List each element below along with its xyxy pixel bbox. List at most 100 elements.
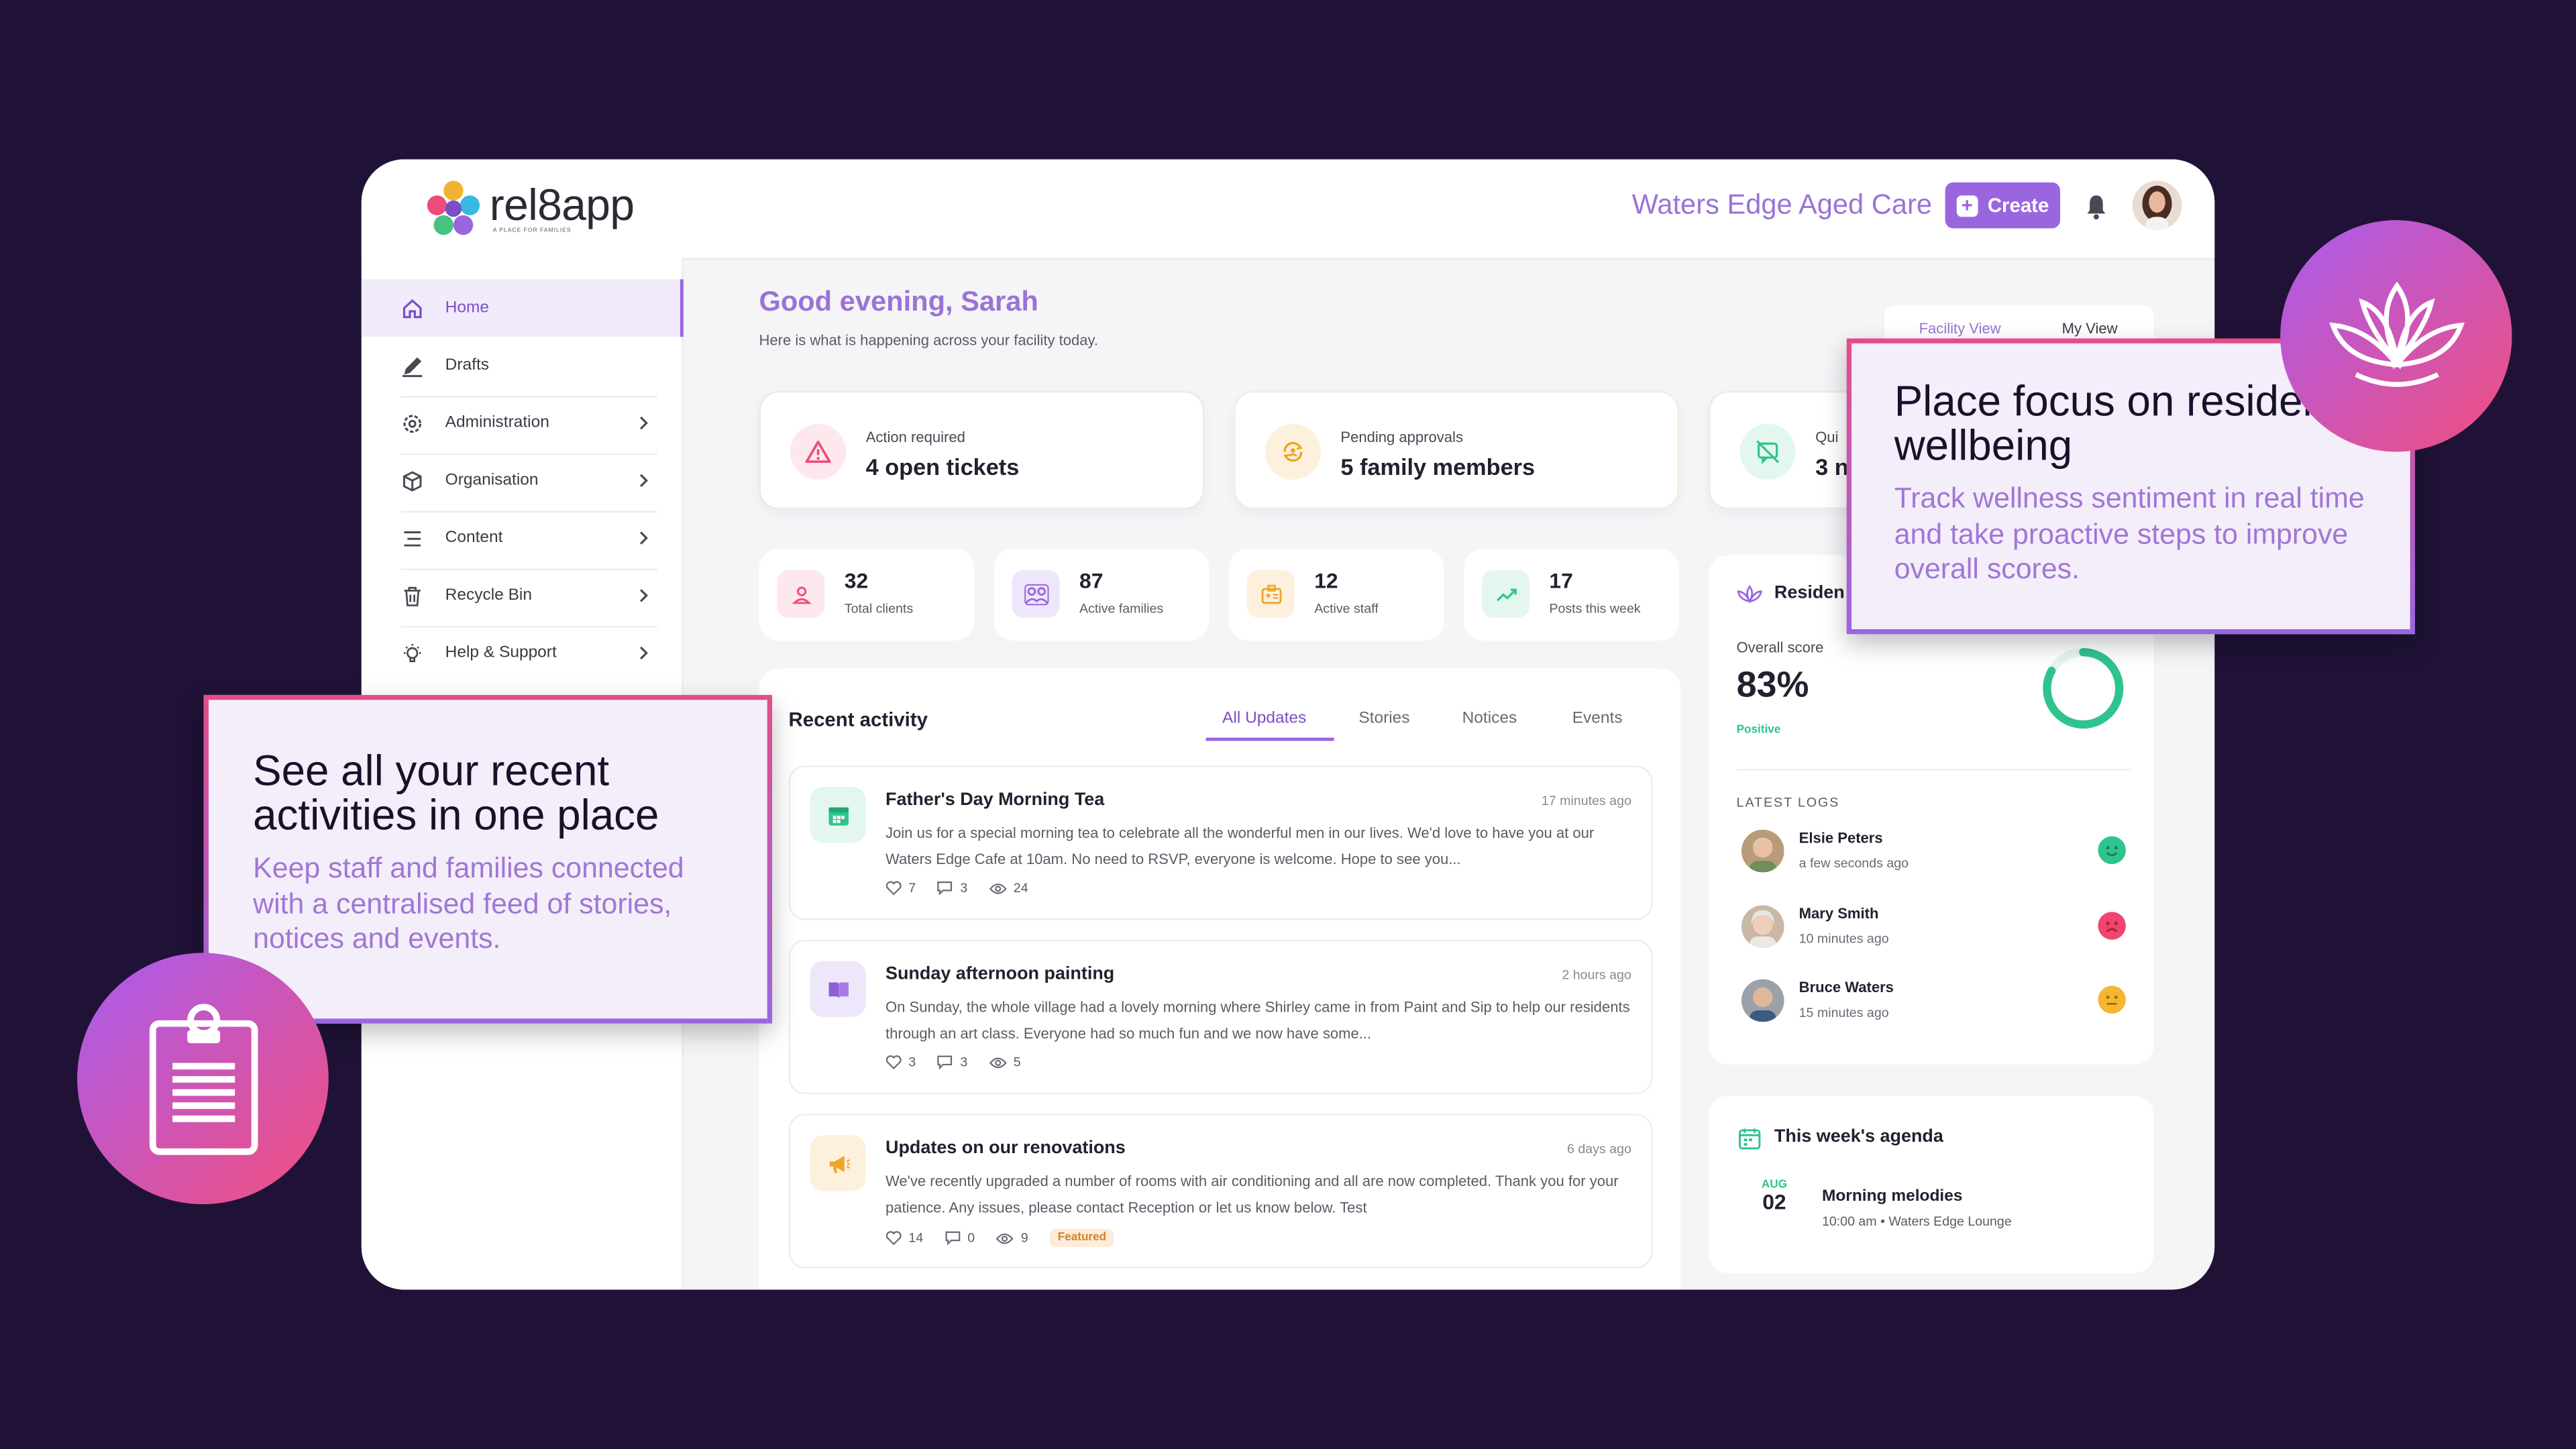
callout-subtitle: Track wellness sentiment in real time an… xyxy=(1894,481,2365,585)
featured-badge: Featured xyxy=(1049,1228,1115,1247)
sad-face-icon xyxy=(2098,912,2127,940)
sidebar-item-recycle-bin[interactable]: Recycle Bin xyxy=(362,567,684,625)
tab-stories[interactable]: Stories xyxy=(1358,710,1409,728)
comment-button[interactable]: 3 xyxy=(937,881,967,896)
sidebar-item-label: Recycle Bin xyxy=(445,586,533,605)
chevron-right-icon xyxy=(639,531,648,545)
bell-icon[interactable] xyxy=(2085,194,2108,220)
calendar-icon xyxy=(810,787,866,843)
like-button[interactable]: 14 xyxy=(885,1230,923,1245)
megaphone-icon xyxy=(810,1135,866,1191)
post-meta: 7 3 24 xyxy=(885,881,1028,896)
log-entry[interactable]: Mary Smith 10 minutes ago xyxy=(1741,900,2127,956)
comment-count: 3 xyxy=(960,1055,968,1070)
log-time: 10 minutes ago xyxy=(1799,931,1889,947)
page-subtitle: Here is what is happening across your fa… xyxy=(759,331,1099,349)
stat-card-staff[interactable]: 12 Active staff xyxy=(1228,548,1444,641)
my-view-tab[interactable]: My View xyxy=(2026,321,2154,337)
create-button[interactable]: + Create xyxy=(1945,182,2061,229)
event-date: AUG 02 xyxy=(1743,1179,1805,1235)
log-entry[interactable]: Elsie Peters a few seconds ago xyxy=(1741,824,2127,880)
alert-card-approvals[interactable]: Pending approvals 5 family members xyxy=(1234,390,1679,510)
chevron-right-icon xyxy=(639,474,648,488)
sidebar-item-content[interactable]: Content xyxy=(362,509,684,567)
top-bar: rel8app A PLACE FOR FAMILIES Waters Edge… xyxy=(361,159,2215,258)
clipboard-badge xyxy=(77,953,329,1205)
stat-card-clients[interactable]: 32 Total clients xyxy=(759,548,975,641)
divider xyxy=(1736,769,2131,771)
latest-logs-heading: LATEST LOGS xyxy=(1736,795,1840,810)
heart-icon xyxy=(885,1055,902,1070)
like-button[interactable]: 3 xyxy=(885,1055,916,1069)
plus-icon: + xyxy=(1956,194,1978,217)
views: 5 xyxy=(989,1055,1021,1069)
stat-label: Active families xyxy=(1079,601,1164,616)
callout-activities: See all your recent activities in one pl… xyxy=(203,694,773,1024)
avatar xyxy=(1741,979,1784,1022)
comment-button[interactable]: 3 xyxy=(937,1055,968,1070)
lotus-badge xyxy=(2280,220,2512,452)
avatar xyxy=(1741,829,1784,873)
comment-button[interactable]: 0 xyxy=(945,1230,975,1246)
happy-face-icon xyxy=(2098,836,2127,865)
event-title[interactable]: Morning melodies xyxy=(1822,1188,1963,1206)
sidebar-item-drafts[interactable]: Drafts xyxy=(362,337,684,394)
post-body: We've recently upgraded a number of room… xyxy=(885,1173,1619,1216)
facility-name[interactable]: Waters Edge Aged Care xyxy=(1632,189,1932,222)
facility-view-tab[interactable]: Facility View xyxy=(1894,321,2026,337)
sidebar-item-organisation[interactable]: Organisation xyxy=(362,451,684,509)
event-day: 02 xyxy=(1762,1189,1786,1214)
sidebar-item-label: Administration xyxy=(445,414,549,433)
log-time: a few seconds ago xyxy=(1799,855,1909,871)
sidebar-item-administration[interactable]: Administration xyxy=(362,394,684,452)
alert-value: 5 family members xyxy=(1340,453,1536,480)
stat-label: Total clients xyxy=(844,601,914,616)
views: 9 xyxy=(996,1230,1028,1245)
sentiment-label: Positive xyxy=(1736,724,1781,737)
stat-card-posts[interactable]: 17 Posts this week xyxy=(1464,548,1679,641)
logo[interactable]: rel8app A PLACE FOR FAMILIES xyxy=(421,176,667,241)
stat-value: 17 xyxy=(1549,568,1573,594)
alert-card-tickets[interactable]: Action required 4 open tickets xyxy=(759,390,1205,510)
eye-icon xyxy=(989,1057,1007,1068)
tab-events[interactable]: Events xyxy=(1572,710,1623,728)
comment-icon xyxy=(938,1055,953,1070)
user-avatar[interactable] xyxy=(2132,180,2182,230)
sidebar-item-help-support[interactable]: Help & Support xyxy=(362,625,684,682)
pencil-icon xyxy=(402,356,423,376)
comment-icon xyxy=(938,881,953,896)
callout-title: See all your recent activities in one pl… xyxy=(253,745,659,840)
callout-subtitle: Keep staff and families connected with a… xyxy=(253,851,684,955)
activity-post[interactable]: Sunday afternoon painting 2 hours ago On… xyxy=(788,939,1653,1095)
avatar xyxy=(1741,905,1784,949)
like-button[interactable]: 7 xyxy=(885,881,916,896)
activity-post[interactable]: Father's Day Morning Tea 17 minutes ago … xyxy=(788,765,1653,920)
post-body: On Sunday, the whole village had a lovel… xyxy=(885,998,1630,1041)
comment-count: 3 xyxy=(960,880,968,896)
post-meta: 3 3 5 xyxy=(885,1055,1021,1070)
view-count: 24 xyxy=(1013,880,1028,896)
activity-post[interactable]: Updates on our renovations 6 days ago We… xyxy=(788,1114,1653,1269)
tab-notices[interactable]: Notices xyxy=(1462,710,1517,728)
home-icon xyxy=(402,298,422,318)
like-count: 3 xyxy=(908,1055,916,1070)
tab-all-updates[interactable]: All Updates xyxy=(1222,710,1306,728)
card-title: This week's agenda xyxy=(1774,1127,1943,1147)
sidebar-item-home[interactable]: Home xyxy=(361,279,684,337)
log-entry[interactable]: Bruce Waters 15 minutes ago xyxy=(1741,974,2127,1030)
chevron-right-icon xyxy=(639,589,648,602)
stat-card-families[interactable]: 87 Active families xyxy=(994,548,1210,641)
stat-value: 87 xyxy=(1079,568,1104,594)
eye-icon xyxy=(989,882,1007,894)
book-icon xyxy=(810,961,866,1017)
log-time: 15 minutes ago xyxy=(1799,1005,1889,1020)
stat-value: 12 xyxy=(1314,568,1338,594)
sidebar-item-label: Help & Support xyxy=(445,644,557,662)
eye-icon xyxy=(996,1232,1014,1244)
log-name: Mary Smith xyxy=(1799,905,1879,922)
active-tab-indicator xyxy=(1205,737,1334,741)
person-icon xyxy=(777,570,825,618)
alert-value: 4 open tickets xyxy=(865,453,1020,480)
views: 24 xyxy=(989,881,1028,896)
comment-icon xyxy=(945,1231,961,1246)
